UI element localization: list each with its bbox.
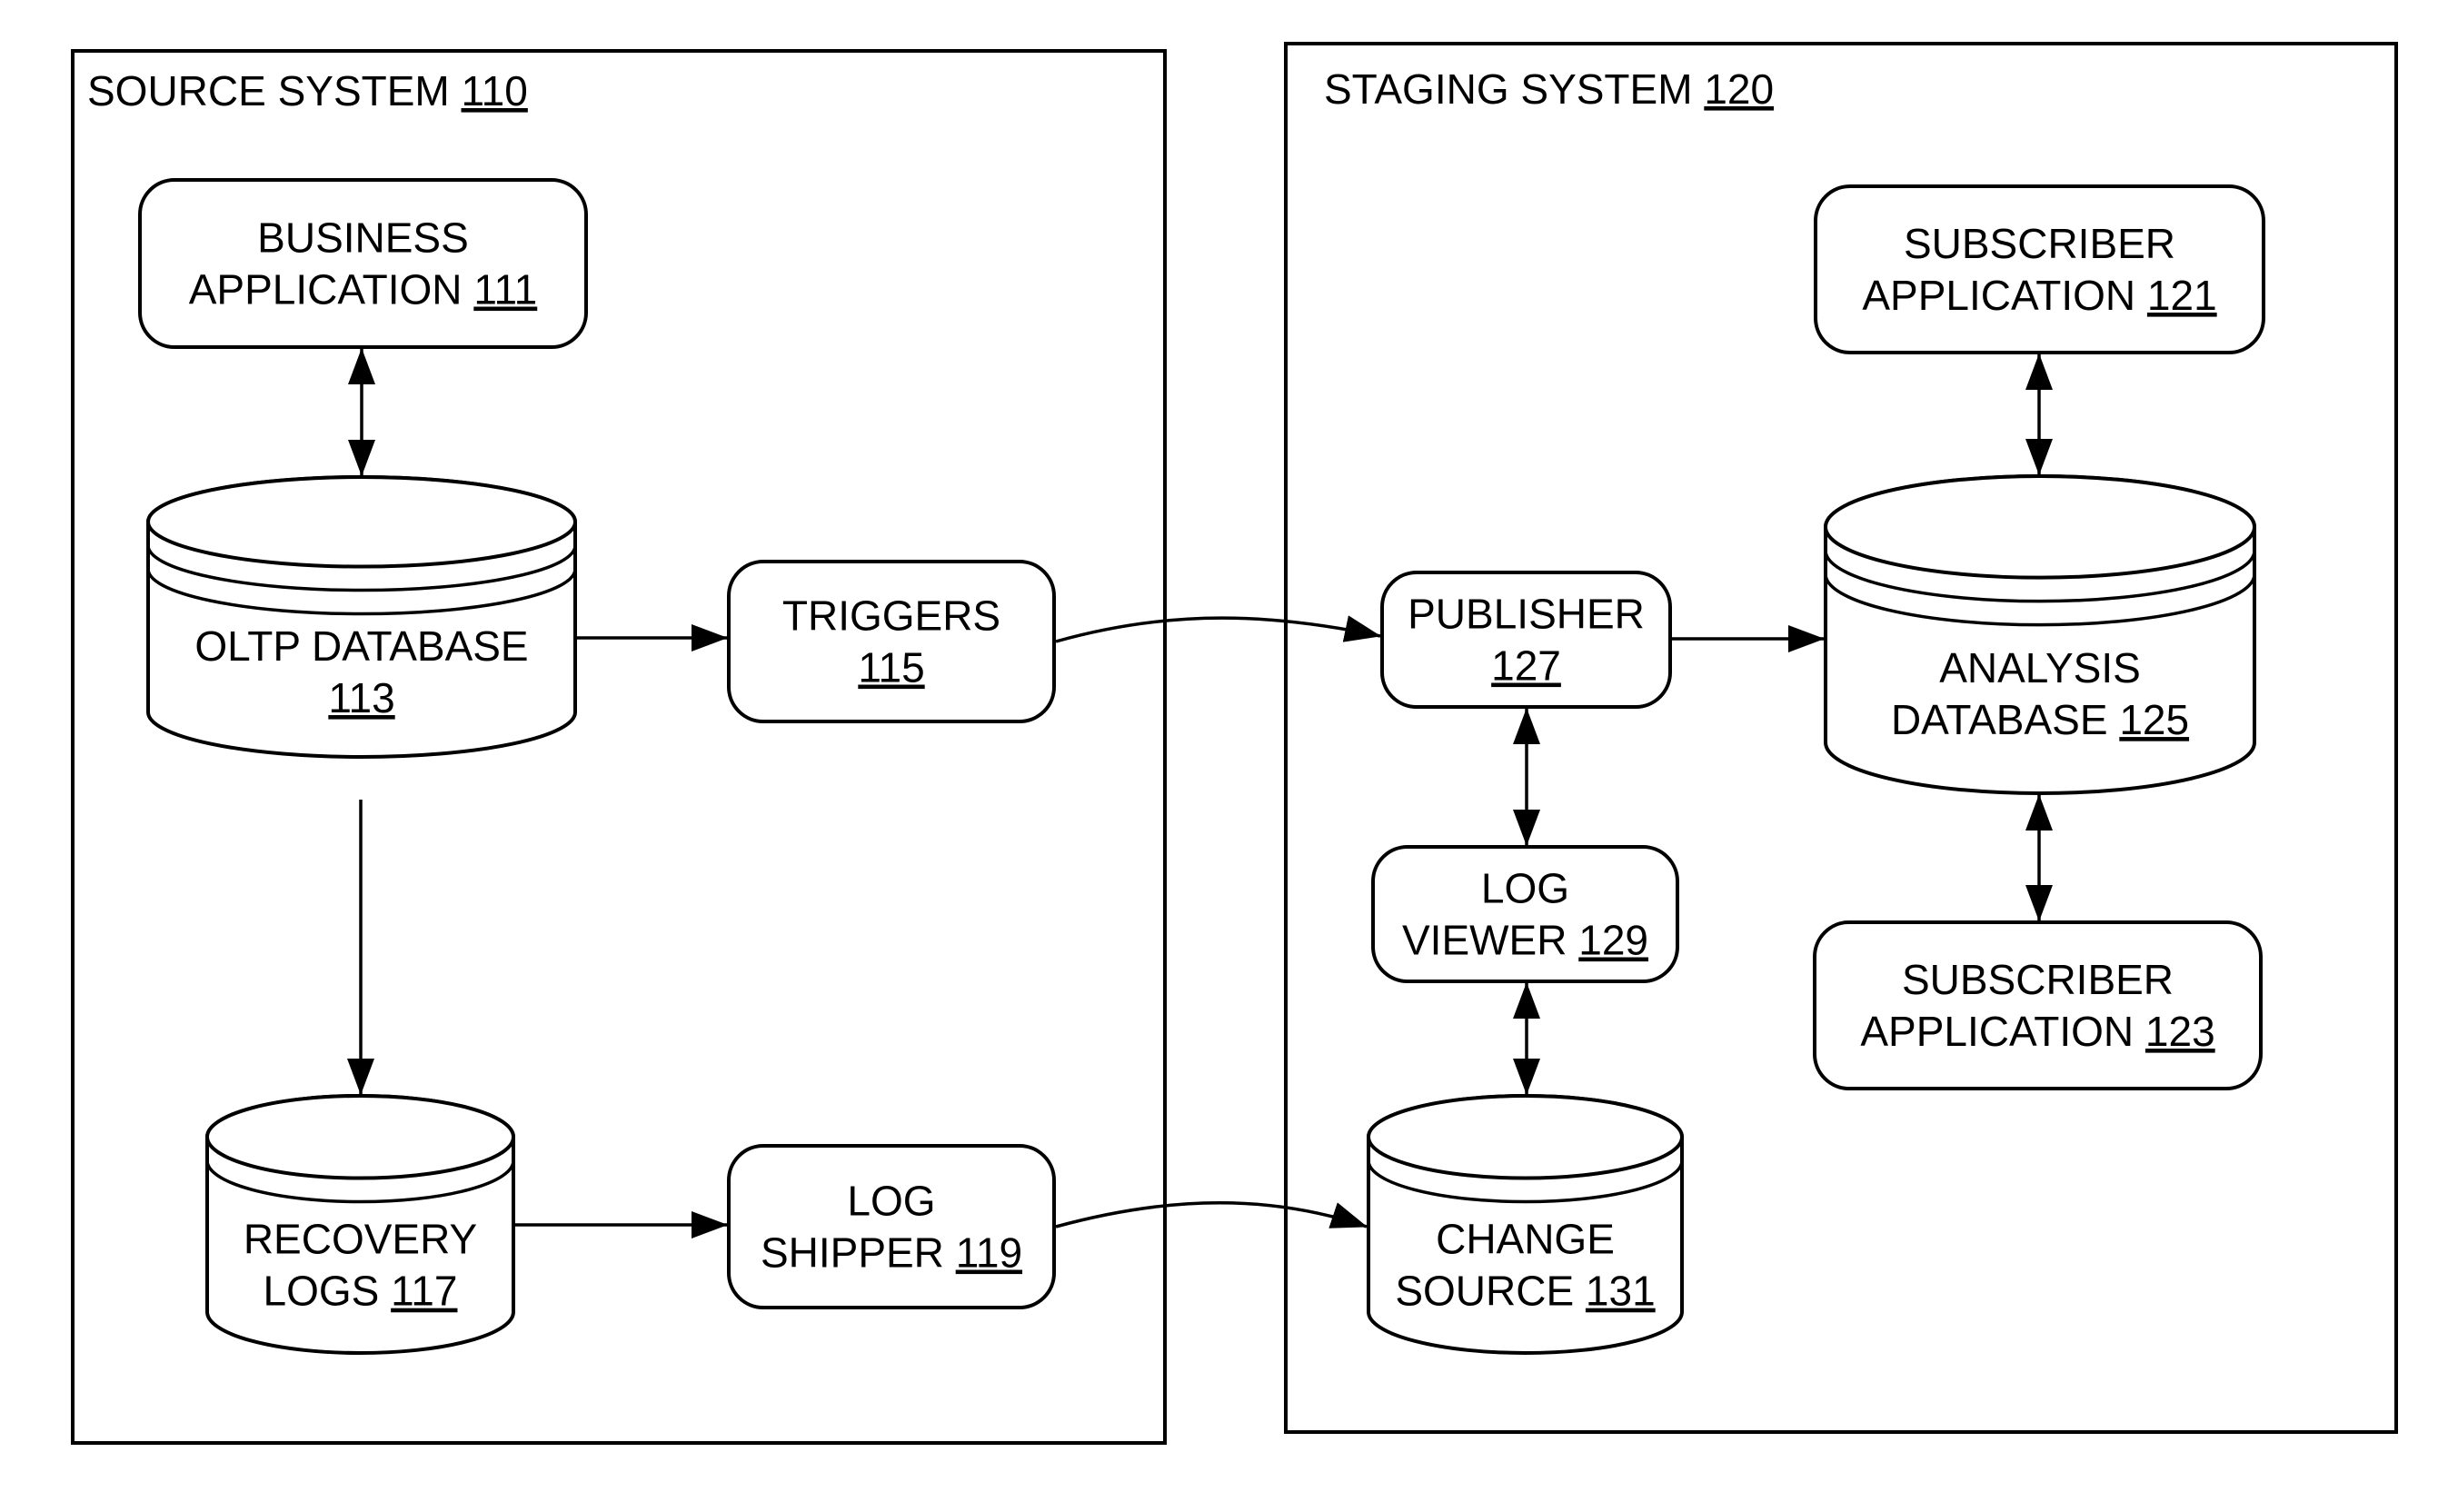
label-text: APPLICATION bbox=[1862, 272, 2147, 319]
change-source-database[interactable]: CHANGE SOURCE 131 bbox=[1367, 1094, 1684, 1355]
reference-number: 111 bbox=[473, 266, 537, 313]
business-app-box[interactable]: BUSINESSAPPLICATION 111 bbox=[138, 178, 588, 349]
log-viewer-box[interactable]: LOG VIEWER 129 bbox=[1371, 845, 1679, 983]
node-label-line: APPLICATION 123 bbox=[1860, 1008, 2214, 1055]
log-shipper-box[interactable]: LOGSHIPPER 119 bbox=[727, 1144, 1056, 1309]
label-text: OLTP DATABASE bbox=[194, 622, 528, 670]
node-label-line: ANALYSIS bbox=[1939, 644, 2141, 691]
cylinder-top bbox=[1824, 474, 2256, 580]
cylinder-top bbox=[1367, 1094, 1684, 1180]
rounded-rect bbox=[727, 1144, 1056, 1309]
label-text: ANALYSIS bbox=[1939, 644, 2141, 691]
label-text: TRIGGERS bbox=[782, 592, 1000, 640]
reference-number: 121 bbox=[2147, 272, 2217, 319]
node-label-line: CHANGE bbox=[1436, 1216, 1615, 1263]
label-text: APPLICATION bbox=[189, 266, 474, 313]
subscriber-app-123-box[interactable]: SUBSCRIBER APPLICATION 123 bbox=[1813, 920, 2263, 1090]
analysis-db-database[interactable]: ANALYSIS DATABASE 125 bbox=[1824, 474, 2256, 795]
node-label-line: LOG bbox=[847, 1178, 935, 1225]
label-text: SOURCE bbox=[1395, 1268, 1586, 1315]
reference-number: 115 bbox=[858, 644, 924, 691]
triggers-box[interactable]: TRIGGERS115 bbox=[727, 560, 1056, 723]
label-text: PUBLISHER bbox=[1408, 591, 1645, 638]
reference-number: 117 bbox=[391, 1268, 457, 1315]
node-label-line: VIEWER 129 bbox=[1402, 917, 1648, 964]
node-label-line: APPLICATION 111 bbox=[189, 266, 537, 313]
node-label-line: TRIGGERS bbox=[782, 592, 1000, 640]
label-text: SUBSCRIBER bbox=[1904, 220, 2175, 267]
label-text: CHANGE bbox=[1436, 1216, 1615, 1263]
subscriber-app-121-box[interactable]: SUBSCRIBER APPLICATION 121 bbox=[1814, 184, 2265, 354]
reference-number: 123 bbox=[2145, 1008, 2215, 1055]
label-text: DATABASE bbox=[1891, 696, 2119, 743]
title-text: STAGING SYSTEM bbox=[1324, 65, 1704, 113]
reference-number: 119 bbox=[956, 1229, 1022, 1277]
reference-number: 120 bbox=[1704, 65, 1774, 113]
connector-log-shipper-to-change-source bbox=[1055, 1201, 1368, 1228]
label-text: SUBSCRIBER bbox=[1902, 956, 2174, 1003]
reference-number: 131 bbox=[1586, 1268, 1656, 1315]
source-title: SOURCE SYSTEM 110 bbox=[87, 67, 528, 114]
label-text: LOG bbox=[1481, 865, 1569, 912]
reference-number: 129 bbox=[1578, 917, 1648, 964]
node-label-line: 113 bbox=[328, 674, 394, 721]
node-label-line: 127 bbox=[1491, 642, 1561, 690]
rounded-rect bbox=[1814, 184, 2265, 354]
label-text: RECOVERY bbox=[244, 1216, 477, 1263]
node-label-line: SUBSCRIBER bbox=[1904, 220, 2175, 267]
rounded-rect bbox=[1813, 920, 2263, 1090]
node-label-line: 115 bbox=[858, 644, 924, 691]
node-label-line: RECOVERY bbox=[244, 1216, 477, 1263]
node-label-line: LOGS 117 bbox=[264, 1268, 458, 1315]
staging-title: STAGING SYSTEM 120 bbox=[1324, 65, 1774, 113]
reference-number: 110 bbox=[462, 67, 528, 114]
label-text: SHIPPER bbox=[761, 1229, 956, 1277]
reference-number: 113 bbox=[328, 674, 394, 721]
reference-number: 125 bbox=[2119, 696, 2189, 743]
publisher-box[interactable]: PUBLISHER127 bbox=[1380, 571, 1672, 709]
node-label-line: PUBLISHER bbox=[1408, 591, 1645, 638]
node-label-line: DATABASE 125 bbox=[1891, 696, 2189, 743]
label-text: APPLICATION bbox=[1860, 1008, 2145, 1055]
label-text: LOG bbox=[847, 1178, 935, 1225]
node-label-line: LOG bbox=[1481, 865, 1569, 912]
node-label-line: SOURCE 131 bbox=[1395, 1268, 1655, 1315]
rounded-rect bbox=[727, 560, 1056, 723]
node-label-line: OLTP DATABASE bbox=[194, 622, 528, 670]
label-text: BUSINESS bbox=[257, 214, 469, 262]
cylinder-top bbox=[205, 1094, 515, 1180]
label-text: VIEWER bbox=[1402, 917, 1578, 964]
node-label-line: SUBSCRIBER bbox=[1902, 956, 2174, 1003]
reference-number: 127 bbox=[1491, 642, 1561, 690]
node-label-line: BUSINESS bbox=[257, 214, 469, 262]
recovery-logs-database[interactable]: RECOVERY LOGS 117 bbox=[205, 1094, 515, 1355]
cylinder-top bbox=[146, 475, 577, 569]
rounded-rect bbox=[138, 178, 588, 349]
node-label-line: SHIPPER 119 bbox=[761, 1229, 1022, 1277]
connector-triggers-to-publisher bbox=[1055, 615, 1381, 643]
oltp-db-database[interactable]: OLTP DATABASE113 bbox=[146, 475, 577, 759]
label-text: LOGS bbox=[264, 1268, 392, 1315]
node-label-line: APPLICATION 121 bbox=[1862, 272, 2216, 319]
diagram-canvas: SOURCE SYSTEM 110 STAGING SYSTEM 120 BUSI… bbox=[71, 42, 2398, 1445]
title-text: SOURCE SYSTEM bbox=[87, 67, 462, 114]
